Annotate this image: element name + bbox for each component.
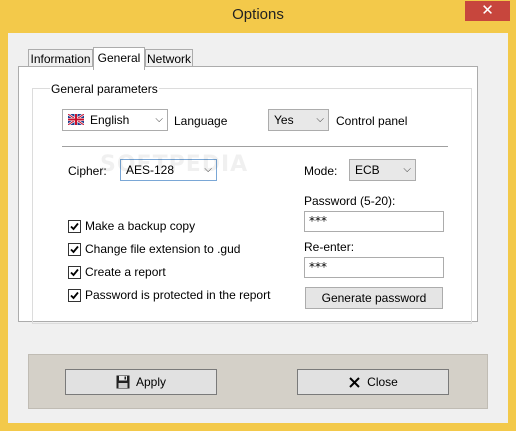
close-label: Close (367, 375, 398, 389)
group-label: General parameters (50, 82, 159, 96)
chevron-down-icon: ⌵ (403, 164, 411, 175)
reenter-label: Re-enter: (304, 240, 355, 254)
reenter-password-field[interactable]: *** (304, 257, 444, 278)
password-label: Password (5-20): (304, 194, 396, 208)
password-field[interactable]: *** (304, 211, 444, 232)
tab-general[interactable]: General (93, 47, 145, 70)
softpedia-watermark: SOFTPEDIA (100, 152, 249, 177)
control-panel-value: Yes (274, 113, 294, 127)
close-button[interactable]: Close (297, 369, 449, 395)
checkbox-label: Change file extension to .gud (85, 242, 241, 256)
checkbox-label: Make a backup copy (85, 219, 196, 233)
uk-flag-icon (68, 114, 84, 126)
mode-label: Mode: (304, 164, 338, 178)
control-panel-select[interactable]: Yes ⌵ (268, 109, 329, 131)
apply-button[interactable]: Apply (65, 369, 217, 395)
close-icon: ✕ (481, 1, 494, 19)
close-icon (348, 376, 361, 389)
title-bar: Options ✕ (0, 0, 516, 33)
checkbox-label: Create a report (85, 265, 166, 279)
chevron-down-icon: ⌵ (316, 114, 324, 125)
backup-copy-checkbox[interactable]: Make a backup copy (68, 219, 195, 233)
window-title: Options (232, 6, 284, 23)
separator-line (62, 146, 448, 147)
checkbox-label: Password is protected in the report (85, 288, 271, 302)
mode-select[interactable]: ECB ⌵ (349, 159, 416, 181)
checkmark-icon (68, 219, 81, 233)
close-window-button[interactable]: ✕ (465, 1, 510, 21)
floppy-disk-icon (116, 375, 130, 389)
control-panel-label: Control panel (336, 114, 408, 128)
checkmark-icon (68, 242, 81, 256)
language-label: Language (174, 114, 228, 128)
checkmark-icon (68, 288, 81, 302)
checkmark-icon (68, 265, 81, 279)
mode-value: ECB (355, 163, 380, 177)
apply-label: Apply (135, 375, 167, 389)
generate-password-button[interactable]: Generate password (305, 287, 443, 309)
create-report-checkbox[interactable]: Create a report (68, 265, 166, 279)
language-select[interactable]: English ⌵ (62, 109, 168, 131)
chevron-down-icon: ⌵ (155, 114, 163, 125)
password-protected-checkbox[interactable]: Password is protected in the report (68, 288, 270, 302)
language-value: English (90, 113, 130, 127)
change-extension-checkbox[interactable]: Change file extension to .gud (68, 242, 240, 256)
